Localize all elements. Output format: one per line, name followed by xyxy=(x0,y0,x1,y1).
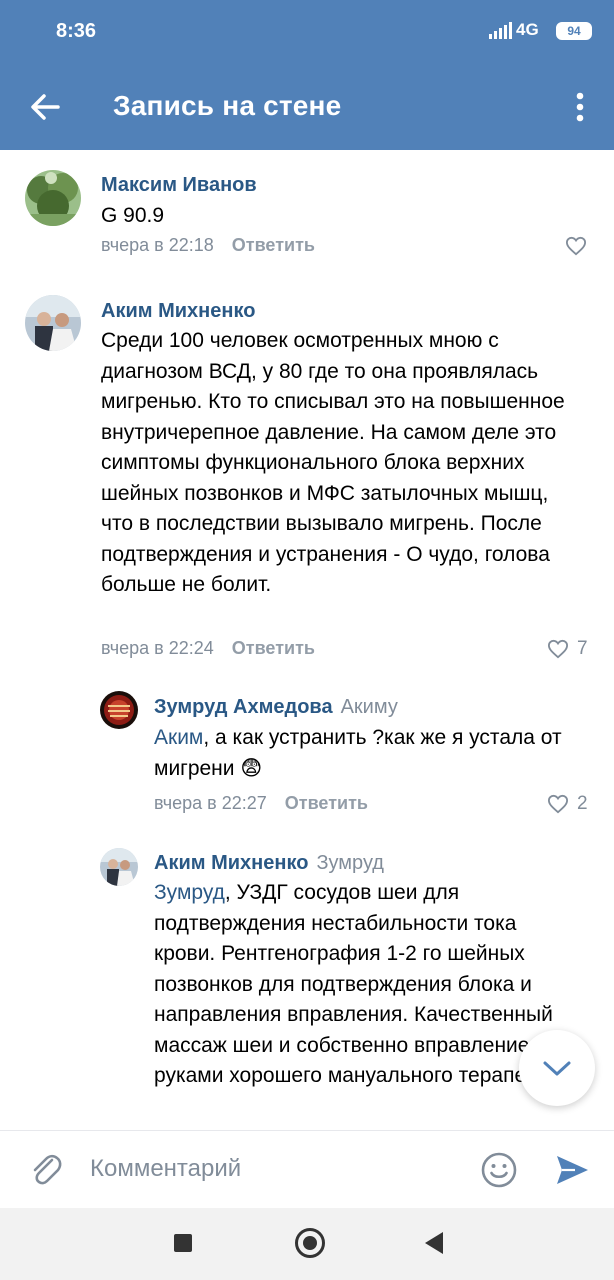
avatar[interactable] xyxy=(100,691,138,729)
comments-feed[interactable]: Максим Иванов G 90.9 вчера в 22:18 Ответи… xyxy=(0,150,614,1130)
scroll-down-button[interactable] xyxy=(519,1030,595,1106)
heart-icon xyxy=(547,794,569,814)
attachment-icon[interactable] xyxy=(28,1151,64,1189)
back-arrow-icon[interactable] xyxy=(28,90,62,124)
avatar[interactable] xyxy=(25,170,81,226)
status-bar: 8:36 4G 94 xyxy=(0,0,614,62)
home-icon[interactable] xyxy=(295,1228,325,1258)
comment-composer: Комментарий xyxy=(0,1130,614,1208)
status-time: 8:36 xyxy=(56,20,97,42)
like-button[interactable]: 2 xyxy=(547,793,588,815)
emoji-icon[interactable] xyxy=(480,1151,518,1189)
like-count: 2 xyxy=(577,793,588,814)
back-icon[interactable] xyxy=(425,1232,443,1254)
chevron-down-icon xyxy=(543,1061,571,1076)
more-vertical-icon[interactable] xyxy=(568,90,592,124)
heart-icon xyxy=(565,236,587,256)
comment-meta: вчера в 22:18 Ответить xyxy=(101,235,315,256)
signal-icon xyxy=(489,22,512,39)
heart-icon xyxy=(547,639,569,659)
like-button[interactable]: 7 xyxy=(547,638,588,660)
comment-author[interactable]: Максим Иванов xyxy=(101,174,257,197)
reply-button[interactable]: Ответить xyxy=(232,638,315,658)
comment-time: вчера в 22:27 xyxy=(154,793,267,813)
reply-button[interactable]: Ответить xyxy=(232,235,315,255)
send-icon[interactable] xyxy=(553,1151,591,1189)
battery-icon: 94 xyxy=(556,22,592,40)
recents-icon[interactable] xyxy=(174,1234,192,1252)
comment-time: вчера в 22:18 xyxy=(101,235,214,255)
comment-meta: вчера в 22:27 Ответить xyxy=(154,793,368,814)
comment-author[interactable]: Зумруд Ахмедова Акиму xyxy=(154,696,398,719)
comment-meta: вчера в 22:24 Ответить xyxy=(101,638,315,659)
like-button[interactable] xyxy=(565,236,587,256)
comment-text: Зумруд, УЗДГ сосудов шеи для подтвержден… xyxy=(154,881,564,1087)
comment-text: G 90.9 xyxy=(101,204,165,227)
comment-author[interactable]: Аким Михненко Зумруд xyxy=(154,852,384,875)
like-count: 7 xyxy=(577,638,588,659)
comment-text: Аким, а как устранить ?как же я устала о… xyxy=(154,726,562,780)
reply-button[interactable]: Ответить xyxy=(285,793,368,813)
comment-input[interactable]: Комментарий xyxy=(90,1155,241,1183)
comment-time: вчера в 22:24 xyxy=(101,638,214,658)
app-toolbar: Запись на стене xyxy=(0,62,614,150)
mention-link[interactable]: Зумруд xyxy=(154,881,225,904)
system-nav-bar xyxy=(0,1208,614,1280)
reply-to-label: Акиму xyxy=(340,696,398,718)
avatar[interactable] xyxy=(25,295,81,351)
network-type: 4G xyxy=(516,20,539,39)
comment-text: Среди 100 человек осмотренных мною с диа… xyxy=(101,329,565,596)
reply-to-label: Зумруд xyxy=(316,852,384,874)
avatar[interactable] xyxy=(100,848,138,886)
page-title: Запись на стене xyxy=(113,90,342,121)
mention-link[interactable]: Аким xyxy=(154,726,203,749)
comment-author[interactable]: Аким Михненко xyxy=(101,300,255,323)
